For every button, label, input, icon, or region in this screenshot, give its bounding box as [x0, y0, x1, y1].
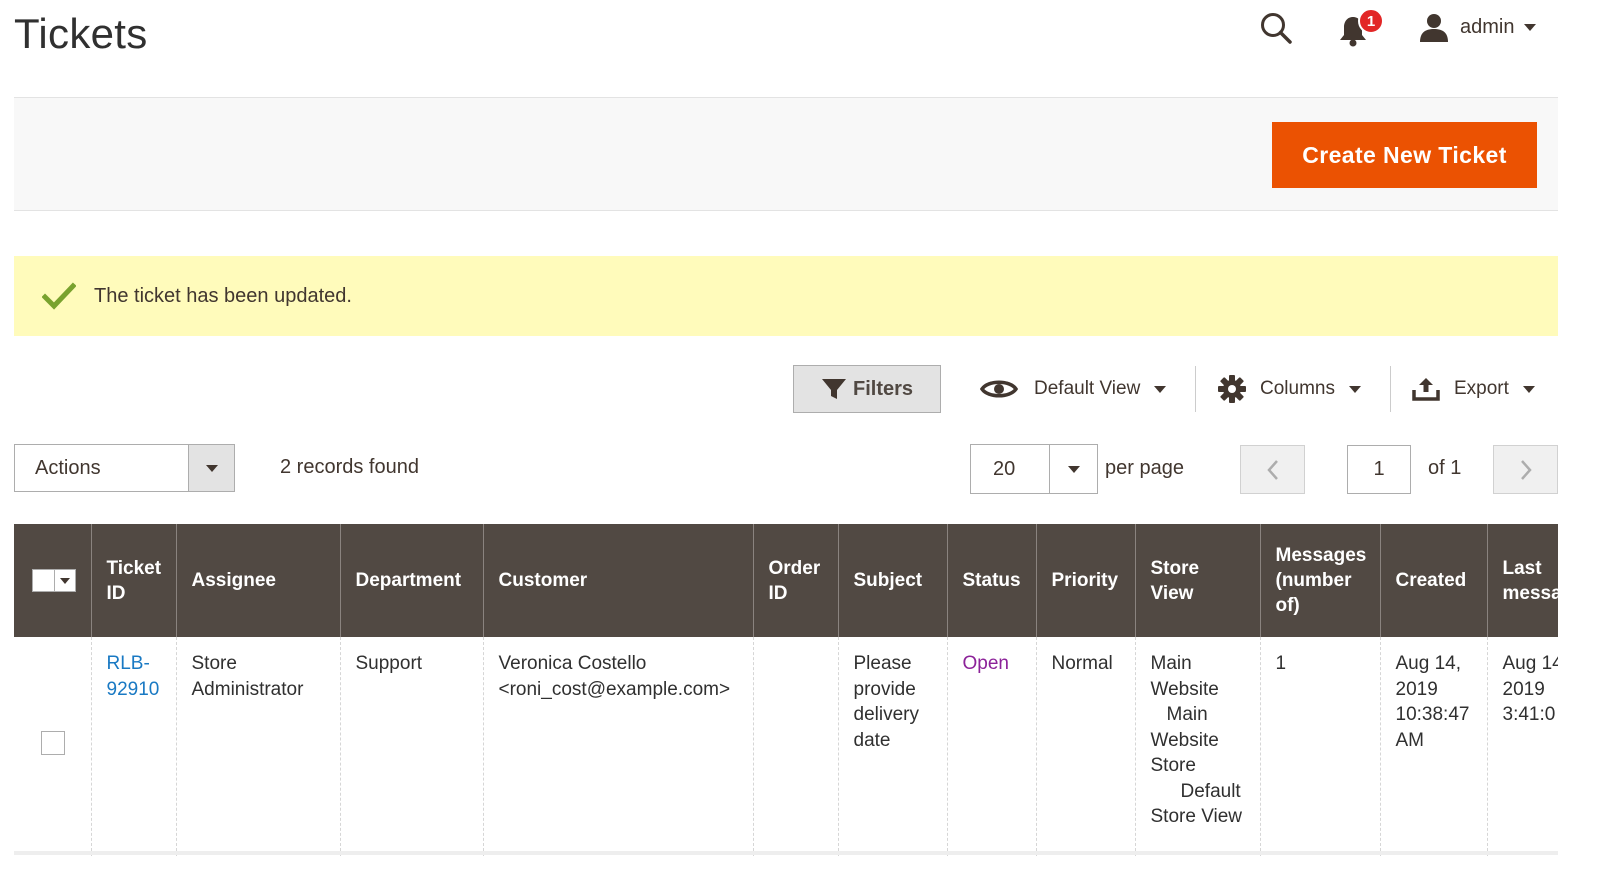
column-header-department[interactable]: Department [339, 524, 483, 637]
create-new-ticket-button[interactable]: Create New Ticket [1272, 122, 1537, 188]
chevron-down-icon [1154, 385, 1167, 393]
table-row[interactable]: RLB- 92910 Store Administrator Support Ver… [14, 637, 1558, 856]
cell-last-message: Aug 14 2019 3:41:0 [1486, 637, 1558, 856]
current-page-input[interactable]: 1 [1347, 445, 1411, 494]
filters-button[interactable]: Filters [793, 365, 941, 413]
actions-label: Actions [35, 456, 101, 479]
column-header-messages[interactable]: Messages (number of) [1259, 524, 1380, 637]
cell-department: Support [339, 637, 483, 856]
message-text: The ticket has been updated. [94, 284, 352, 307]
column-header-store-view[interactable]: Store View [1134, 524, 1260, 637]
column-header-last-message[interactable]: Last messa [1486, 524, 1558, 637]
page-title: Tickets [14, 10, 148, 57]
cell-order-id [752, 637, 838, 856]
column-header-assignee[interactable]: Assignee [175, 524, 340, 637]
per-page-value: 20 [993, 457, 1016, 480]
column-header-created[interactable]: Created [1379, 524, 1487, 637]
ticket-id-link[interactable]: RLB- 92910 [107, 653, 160, 700]
chevron-left-icon [1266, 459, 1278, 480]
notifications-button[interactable]: 1 [1338, 8, 1388, 50]
view-selector[interactable]: Default View [980, 366, 1167, 412]
column-header-status[interactable]: Status [946, 524, 1036, 637]
tickets-grid: Ticket ID Assignee Department Customer Or… [14, 524, 1558, 856]
chevron-right-icon [1520, 459, 1532, 480]
column-header-ticket-id[interactable]: Ticket ID [90, 524, 176, 637]
chevron-down-icon [1348, 385, 1361, 393]
filter-icon [821, 379, 846, 399]
cell-ticket-id[interactable]: RLB- 92910 [90, 637, 176, 856]
chevron-down-icon [1522, 385, 1535, 393]
cell-assignee: Store Administrator [175, 637, 340, 856]
chevron-down-icon [1524, 23, 1537, 31]
cell-customer: Veronica Costello <roni_cost@example.com> [482, 637, 753, 856]
cell-messages: 1 [1259, 637, 1380, 856]
previous-page-button[interactable] [1240, 445, 1305, 494]
cell-priority: Normal [1035, 637, 1135, 856]
user-icon [1420, 14, 1448, 42]
filters-label: Filters [852, 377, 914, 400]
cell-created: Aug 14, 2019 10:38:47 AM [1379, 637, 1487, 856]
export-label: Export [1454, 378, 1509, 399]
columns-label: Columns [1260, 378, 1335, 399]
table-header-row: Ticket ID Assignee Department Customer Or… [14, 524, 1558, 637]
chevron-down-icon [1049, 445, 1097, 493]
cell-status: Open [946, 637, 1036, 856]
success-message: The ticket has been updated. [14, 256, 1558, 336]
status-badge: Open [962, 653, 1009, 674]
row-checkbox[interactable] [41, 731, 65, 755]
user-name: admin [1460, 15, 1515, 38]
view-label: Default View [1034, 378, 1141, 399]
check-icon [42, 282, 76, 310]
mass-select-header [14, 524, 91, 637]
export-selector[interactable]: Export [1412, 366, 1535, 412]
per-page-select[interactable]: 20 [970, 444, 1098, 494]
tickets-table: Ticket ID Assignee Department Customer Or… [14, 524, 1558, 856]
column-header-order-id[interactable]: Order ID [752, 524, 838, 637]
page-actions-bar: Create New Ticket [14, 97, 1558, 211]
cell-subject: Please provide delivery date [837, 637, 947, 856]
mass-actions-select[interactable]: Actions [14, 444, 235, 492]
search-icon[interactable] [1258, 10, 1294, 46]
per-page-label: per page [1105, 457, 1184, 479]
mass-select-checkbox[interactable] [32, 569, 76, 592]
toolbar-divider [1390, 366, 1391, 412]
user-menu[interactable]: admin [1418, 10, 1537, 44]
cell-store-view: Main Website Main Website Store Default … [1134, 637, 1260, 856]
columns-selector[interactable]: Columns [1218, 366, 1361, 412]
chevron-down-icon [188, 445, 234, 491]
export-icon [1412, 378, 1440, 401]
page-total: of 1 [1428, 457, 1462, 479]
gear-icon [1218, 375, 1246, 403]
next-page-button[interactable] [1493, 445, 1558, 494]
toolbar-divider [1195, 366, 1196, 412]
column-header-subject[interactable]: Subject [837, 524, 947, 637]
records-found: 2 records found [280, 456, 419, 478]
column-header-priority[interactable]: Priority [1035, 524, 1135, 637]
grid-bottom-border [14, 851, 1558, 855]
notification-badge: 1 [1358, 8, 1384, 34]
column-header-customer[interactable]: Customer [482, 524, 753, 637]
row-select-cell [14, 637, 91, 856]
eye-icon [980, 380, 1018, 398]
